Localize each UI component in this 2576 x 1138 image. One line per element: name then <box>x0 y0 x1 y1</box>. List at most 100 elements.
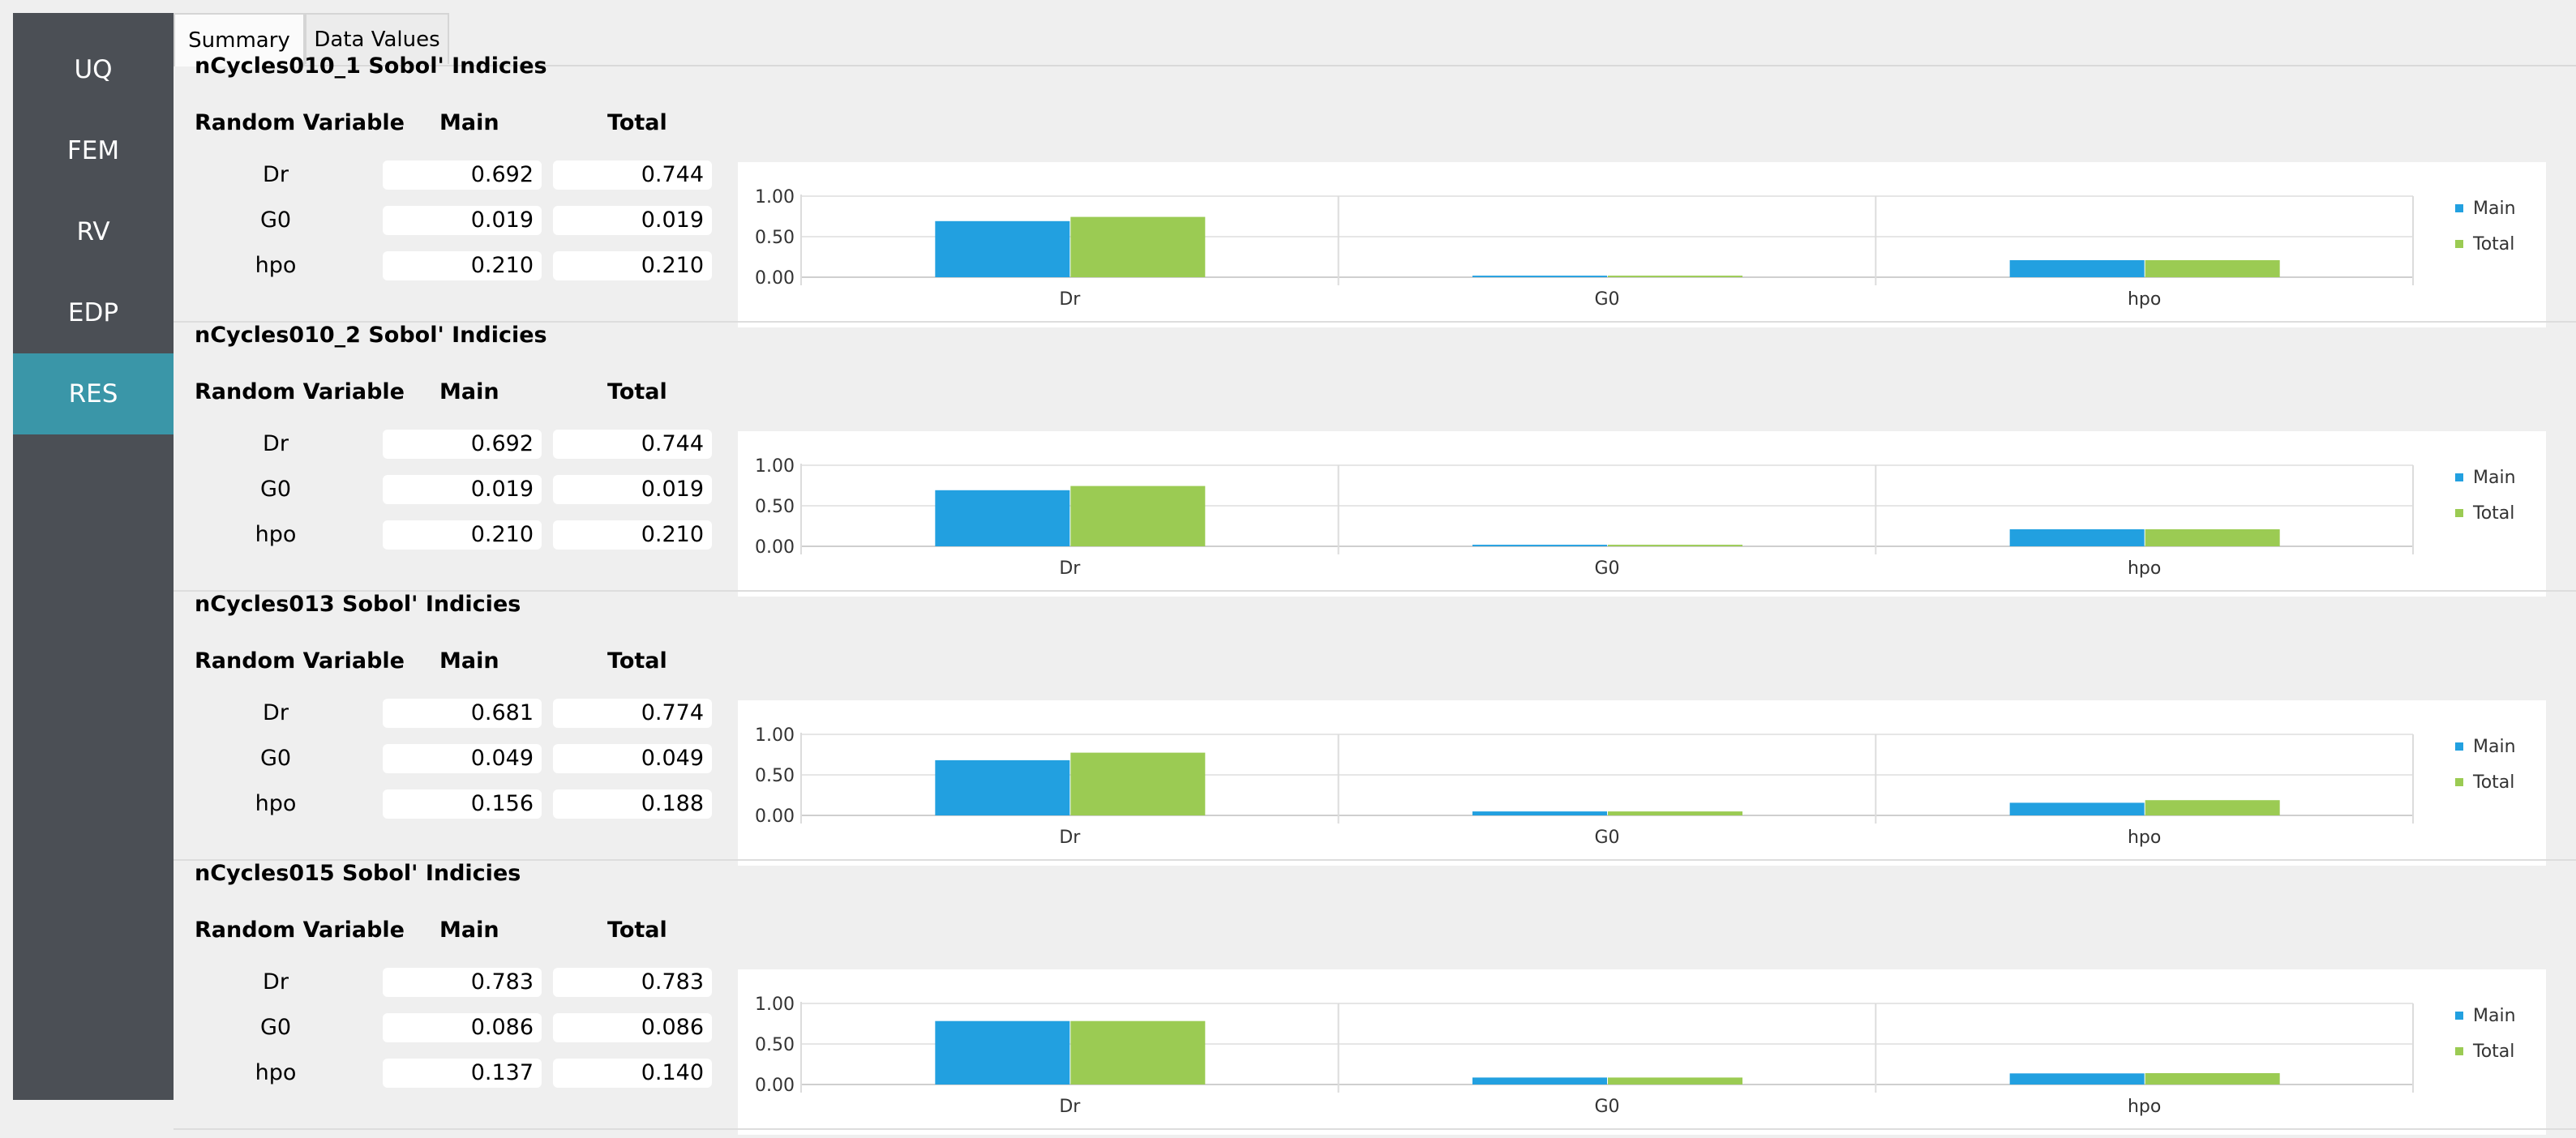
sidebar-item-uq[interactable]: UQ <box>13 29 174 110</box>
rv-name: G0 <box>259 207 292 233</box>
bar-main <box>2009 802 2145 815</box>
sidebar-item-res[interactable]: RES <box>13 353 174 434</box>
header-main: Main <box>439 110 499 135</box>
total-value-field: 0.774 <box>553 699 712 728</box>
bar-main <box>1472 811 1607 815</box>
main-value-field: 0.086 <box>383 1013 542 1042</box>
legend-label: Main <box>2473 1006 2516 1026</box>
sidebar-item-rv[interactable]: RV <box>13 191 174 272</box>
bar-main <box>1472 276 1607 277</box>
rv-name: G0 <box>259 1015 292 1040</box>
header-total: Total <box>607 648 667 674</box>
legend-label: Total <box>2472 234 2514 255</box>
rv-name: Dr <box>263 162 289 187</box>
total-value-field: 0.783 <box>553 968 712 997</box>
section-title: nCycles010_2 Sobol' Indicies <box>195 323 547 348</box>
legend-marker-total <box>2455 778 2463 786</box>
y-tick-label: 0.50 <box>755 1035 795 1055</box>
bar-total <box>1608 811 1742 815</box>
x-tick-label: hpo <box>2128 289 2161 310</box>
header-random-variable: Random Variable <box>195 110 405 135</box>
header-main: Main <box>439 918 499 943</box>
main-value-field: 0.019 <box>383 206 542 235</box>
main-value-field: 0.210 <box>383 520 542 550</box>
bar-main <box>935 759 1070 815</box>
y-tick-label: 1.00 <box>755 187 795 207</box>
sidebar-item-fem[interactable]: FEM <box>13 110 174 191</box>
y-tick-label: 0.50 <box>755 766 795 786</box>
chart-svg: 0.000.501.00Dr G0 hpoMainTotal <box>755 456 2516 579</box>
rv-name: G0 <box>259 477 292 502</box>
x-tick-label: hpo <box>2128 828 2161 848</box>
main-value-field: 0.049 <box>383 744 542 773</box>
legend-label: Main <box>2473 468 2516 488</box>
bar-total <box>2145 260 2280 277</box>
legend-marker-main <box>2455 473 2463 481</box>
bar-main <box>935 220 1070 277</box>
y-tick-label: 0.00 <box>755 1076 795 1096</box>
sidebar: UQ FEM RV EDP RES <box>13 13 174 1100</box>
legend-label: Main <box>2473 199 2516 219</box>
bar-total <box>2145 529 2280 546</box>
legend-marker-total <box>2455 240 2463 248</box>
main-value-field: 0.681 <box>383 699 542 728</box>
bar-total <box>1070 216 1206 277</box>
legend-marker-main <box>2455 1012 2463 1020</box>
x-tick-label: Dr <box>1059 828 1081 848</box>
x-tick-label: G0 <box>1594 828 1619 848</box>
legend-label: Total <box>2472 772 2514 793</box>
main-value-field: 0.019 <box>383 475 542 504</box>
y-tick-label: 1.00 <box>755 456 795 477</box>
sobol-section: nCycles013 Sobol' Indicies Random Variabl… <box>174 592 2576 866</box>
chart-svg: 0.00 0.50 1.00 Dr G0 hpo Main Total <box>755 725 2516 848</box>
y-tick-label: 0.50 <box>755 228 795 248</box>
main-value-field: 0.137 <box>383 1059 542 1088</box>
bar-total <box>2145 1073 2280 1085</box>
rv-name: G0 <box>259 746 292 771</box>
header-random-variable: Random Variable <box>195 379 405 404</box>
bar-main <box>935 1020 1070 1085</box>
section-title: nCycles010_1 Sobol' Indicies <box>195 53 547 79</box>
bar-main <box>935 490 1070 546</box>
sidebar-item-edp[interactable]: EDP <box>13 272 174 353</box>
section-divider <box>174 1128 2576 1130</box>
main-value-field: 0.692 <box>383 160 542 190</box>
sobol-bar-chart: 0.00 0.50 1.00 Dr G0 hpo Main Total <box>738 162 2546 327</box>
bar-main <box>1472 1077 1607 1085</box>
bar-total <box>1070 752 1206 815</box>
section-title: nCycles013 Sobol' Indicies <box>195 592 521 617</box>
bar-total <box>2145 800 2280 815</box>
y-tick-label: 0.50 <box>755 497 795 517</box>
x-tick-label: Dr <box>1059 558 1081 579</box>
chart-svg: 0.000.501.00Dr G0 hpoMainTotal <box>755 995 2516 1117</box>
total-value-field: 0.210 <box>553 520 712 550</box>
legend-label: Main <box>2473 737 2516 757</box>
sobol-bar-chart: 0.00 0.50 1.00 Dr G0 hpo Main Total <box>738 700 2546 866</box>
rv-name: hpo <box>255 253 297 278</box>
main-value-field: 0.156 <box>383 789 542 819</box>
rv-name: Dr <box>263 431 289 456</box>
y-tick-label: 0.00 <box>755 806 795 827</box>
bar-main <box>1472 545 1607 546</box>
x-tick-label: G0 <box>1594 289 1619 310</box>
legend-marker-main <box>2455 742 2463 751</box>
total-value-field: 0.019 <box>553 206 712 235</box>
legend-label: Total <box>2472 1042 2514 1062</box>
section-title: nCycles015 Sobol' Indicies <box>195 861 521 886</box>
main-value-field: 0.210 <box>383 251 542 280</box>
sobol-section: nCycles015 Sobol' Indicies Random Variabl… <box>174 861 2576 1135</box>
total-value-field: 0.744 <box>553 160 712 190</box>
bar-main <box>2009 1073 2145 1085</box>
header-main: Main <box>439 379 499 404</box>
legend-marker-total <box>2455 509 2463 517</box>
bar-main <box>2009 529 2145 546</box>
total-value-field: 0.086 <box>553 1013 712 1042</box>
y-tick-label: 1.00 <box>755 725 795 746</box>
x-tick-label: hpo <box>2128 558 2161 579</box>
rv-name: hpo <box>255 1060 297 1085</box>
bar-total <box>1608 276 1742 277</box>
main-value-field: 0.692 <box>383 430 542 459</box>
header-total: Total <box>607 379 667 404</box>
total-value-field: 0.210 <box>553 251 712 280</box>
bar-total <box>1608 545 1742 546</box>
